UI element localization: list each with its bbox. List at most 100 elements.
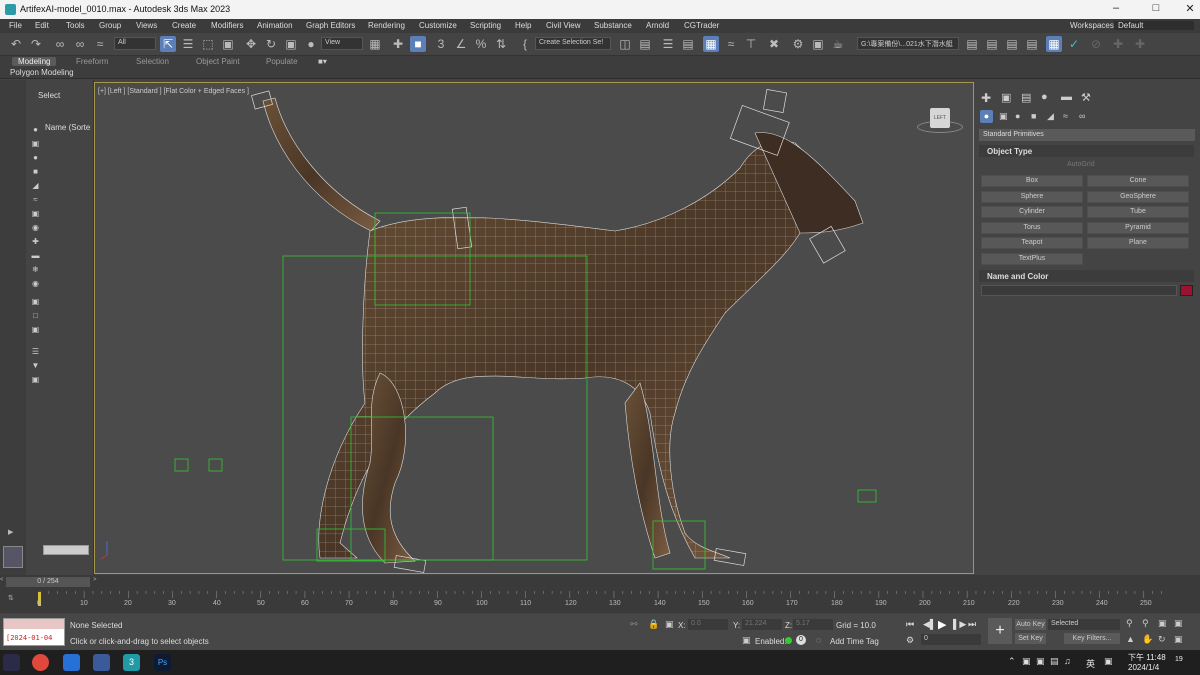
layer-icon[interactable]: ▣ [31, 375, 40, 384]
create-tab-icon[interactable]: ✚ [981, 91, 991, 105]
menu-animation[interactable]: Animation [257, 21, 293, 30]
utilities-tab-icon[interactable]: ⚒ [1081, 91, 1091, 104]
tab-populate[interactable]: Populate [266, 57, 298, 66]
tube-button[interactable]: Tube [1087, 206, 1189, 218]
x-coordinate-field[interactable]: 0.0 [688, 619, 728, 630]
notification-icon[interactable]: 19 [1175, 656, 1189, 668]
taskbar-app-icon[interactable] [3, 654, 20, 671]
display-containers-icon[interactable]: ▬ [31, 251, 40, 260]
workspace-dropdown[interactable]: Default [1114, 21, 1194, 30]
edit-named-selection-icon[interactable]: { [517, 36, 533, 52]
menu-tools[interactable]: Tools [66, 21, 85, 30]
place-icon[interactable]: ● [303, 36, 319, 52]
pan-icon[interactable]: ✋ [1142, 634, 1153, 645]
ime-indicator[interactable]: 英 [1086, 657, 1095, 670]
menu-substance[interactable]: Substance [594, 21, 632, 30]
display-spacewarps-icon[interactable]: ≈ [31, 195, 40, 204]
scene-explorer-scrollbar[interactable] [43, 545, 89, 555]
link-icon[interactable]: ∞ [52, 36, 68, 52]
align-icon[interactable]: ▤ [637, 36, 653, 52]
menu-create[interactable]: Create [172, 21, 196, 30]
object-name-field[interactable] [981, 285, 1177, 296]
select-manipulate-icon[interactable]: ✚ [390, 36, 406, 52]
current-frame-field[interactable]: 0 [921, 634, 981, 645]
rotate-icon[interactable]: ↻ [263, 36, 279, 52]
project-path-dropdown[interactable]: G:\專案備份\...021水下潛水艇 [857, 37, 959, 50]
3dsmax-taskbar-icon[interactable]: 3 [123, 654, 140, 671]
zoom-extents-all-icon[interactable]: ▣ [1174, 618, 1183, 629]
unlink-icon[interactable]: ∞ [72, 36, 88, 52]
tab-selection[interactable]: Selection [136, 57, 169, 66]
check-icon[interactable]: ✓ [1066, 36, 1082, 52]
schematic-view-icon[interactable]: ⊤ [743, 36, 759, 52]
close-icon[interactable]: ✕ [1180, 2, 1200, 17]
zoom-all-icon[interactable]: ⚲ [1142, 618, 1149, 629]
absolute-mode-icon[interactable]: ▣ [665, 619, 674, 630]
maximize-viewport-icon[interactable]: ▣ [1174, 634, 1183, 645]
invert-display-icon[interactable]: ▣ [31, 325, 40, 334]
layout-thumbnail[interactable] [3, 546, 23, 568]
name-column-header[interactable]: Name (Sorte [45, 123, 90, 132]
menu-edit[interactable]: Edit [35, 21, 49, 30]
menu-rendering[interactable]: Rendering [368, 21, 405, 30]
orbit-icon[interactable]: ↻ [1158, 634, 1166, 645]
adaptive-degradation-icon[interactable]: ▣ [742, 635, 751, 646]
material-editor-icon[interactable]: ✖ [766, 36, 782, 52]
chrome-icon[interactable] [32, 654, 49, 671]
display-none-filter-icon[interactable]: □ [31, 311, 40, 320]
clock-time[interactable]: 下午 11:48 [1128, 652, 1166, 663]
display-hidden-icon[interactable]: ◉ [31, 279, 40, 288]
menu-civil-view[interactable]: Civil View [546, 21, 581, 30]
menu-group[interactable]: Group [99, 21, 121, 30]
ime-mode-icon[interactable]: ▣ [1104, 656, 1113, 667]
play-icon[interactable]: ▶ [938, 618, 946, 631]
cylinder-button[interactable]: Cylinder [981, 206, 1083, 218]
next-frame-icon[interactable]: > [93, 577, 99, 587]
set-key-button[interactable]: Set Key [1015, 633, 1046, 644]
geosphere-button[interactable]: GeoSphere [1087, 191, 1189, 203]
zoom-icon[interactable]: ⚲ [1126, 618, 1133, 629]
polygon-modeling-label[interactable]: Polygon Modeling [10, 68, 74, 77]
open-folder-icon[interactable]: ▤ [984, 36, 1000, 52]
set-keys-icon[interactable]: + [988, 618, 1012, 644]
command-panel-toggle-icon[interactable]: ▦ [1046, 36, 1062, 52]
unity-icon[interactable] [93, 654, 110, 671]
isolate-selection-icon[interactable]: ⚯ [630, 619, 638, 630]
torus-button[interactable]: Torus [981, 222, 1083, 234]
percent-snap-icon[interactable]: % [473, 36, 489, 52]
systems-icon[interactable]: ∞ [1079, 111, 1085, 121]
time-tag-icon[interactable]: 0 [796, 635, 806, 645]
primitive-category-dropdown[interactable]: Standard Primitives [979, 129, 1195, 141]
menu-file[interactable]: File [9, 21, 22, 30]
menu-cgtrader[interactable]: CGTrader [684, 21, 719, 30]
enabled-indicator[interactable] [785, 637, 792, 644]
viewcube-icon[interactable]: LEFT [930, 108, 950, 128]
key-selection-dropdown[interactable]: Selected [1048, 619, 1120, 630]
mirror-icon[interactable]: ◫ [617, 36, 633, 52]
reference-coordinate-dropdown[interactable]: View [321, 37, 363, 50]
object-type-rollout[interactable]: Object Type [979, 145, 1194, 157]
clock-date[interactable]: 2024/1/4 [1128, 663, 1159, 672]
scene-explorer-icon[interactable]: ▦ [703, 36, 719, 52]
display-lights-icon[interactable]: ● [31, 153, 40, 162]
menu-arnold[interactable]: Arnold [646, 21, 669, 30]
move-icon[interactable]: ✥ [243, 36, 259, 52]
scene-explorer-header[interactable]: Select [38, 91, 60, 100]
display-bones-icon[interactable]: ✚ [31, 237, 40, 246]
next-frame-icon[interactable]: ▌▶ [953, 619, 966, 630]
display-tab-icon[interactable]: ▬ [1061, 91, 1072, 103]
time-slider[interactable]: < 0 / 254 > [0, 575, 1200, 589]
display-geometry-icon[interactable]: ▣ [31, 139, 40, 148]
cone-button[interactable]: Cone [1087, 175, 1189, 187]
undo-icon[interactable]: ↶ [8, 36, 24, 52]
field-of-view-icon[interactable]: ▲ [1126, 634, 1135, 644]
tab-object-paint[interactable]: Object Paint [196, 57, 240, 66]
menu-help[interactable]: Help [515, 21, 531, 30]
previous-frame-icon[interactable]: ◀▌ [923, 619, 936, 630]
snap-settings-icon[interactable]: ⊘ [1088, 36, 1104, 52]
curve-editor-icon[interactable]: ≈ [723, 36, 739, 52]
maxscript-listener[interactable]: [2024-01-04 [3, 618, 65, 646]
cameras-icon[interactable]: ■ [1031, 111, 1036, 121]
key-filters-button[interactable]: Key Filters... [1064, 633, 1120, 644]
selection-lock-icon[interactable]: 🔒 [648, 619, 659, 630]
